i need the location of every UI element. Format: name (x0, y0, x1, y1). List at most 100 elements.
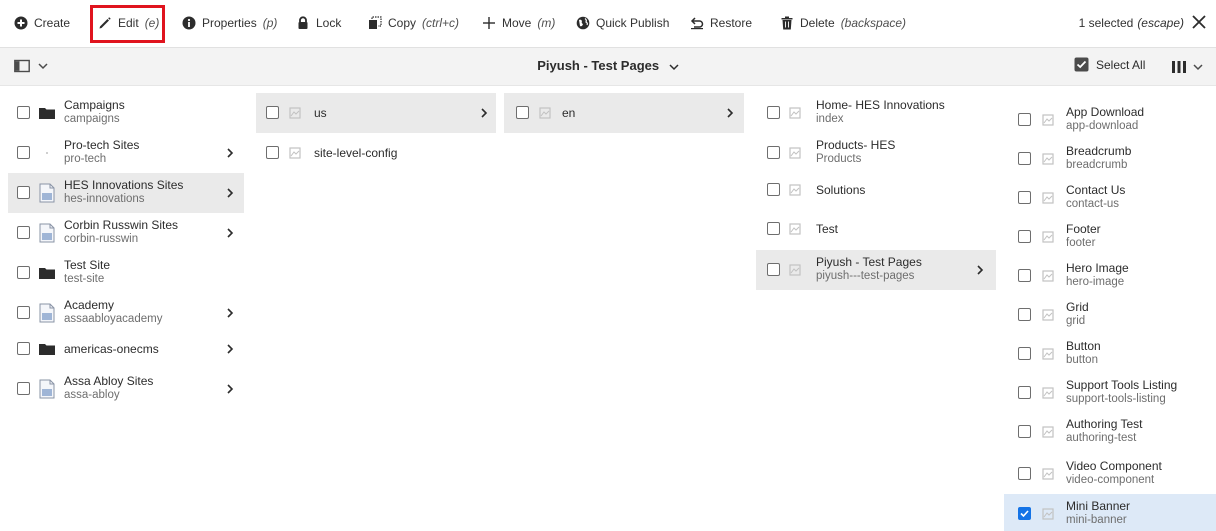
item-name: mini-banner (1066, 514, 1127, 526)
column-us: en (504, 86, 744, 531)
row-checkbox[interactable] (1018, 386, 1031, 399)
row-checkbox[interactable] (516, 106, 529, 119)
list-item[interactable]: Button button (1004, 334, 1216, 374)
properties-button[interactable]: Properties (p) (182, 10, 277, 36)
view-switcher[interactable] (1171, 60, 1203, 74)
list-item[interactable]: Footer footer (1004, 217, 1216, 257)
list-item[interactable]: Assa Abloy Sites assa-abloy (8, 369, 244, 409)
row-checkbox[interactable] (1018, 308, 1031, 321)
list-item[interactable]: Video Component video-component (1004, 454, 1216, 494)
item-title: site-level-config (314, 146, 398, 160)
row-checkbox[interactable] (1018, 467, 1031, 480)
list-item[interactable]: Corbin Russwin Sites corbin-russwin (8, 213, 244, 253)
list-item[interactable]: Test (756, 209, 996, 249)
row-checkbox[interactable] (1018, 152, 1031, 165)
item-title: Contact Us (1066, 183, 1126, 197)
chevron-right-icon[interactable] (224, 383, 236, 395)
row-checkbox[interactable] (266, 106, 279, 119)
row-checkbox[interactable] (1018, 347, 1031, 360)
row-checkbox[interactable] (1018, 191, 1031, 204)
row-checkbox[interactable] (767, 263, 780, 276)
row-checkbox[interactable] (767, 222, 780, 235)
create-button[interactable]: Create (14, 10, 70, 36)
item-title: HES Innovations Sites (64, 178, 184, 192)
row-checkbox[interactable] (17, 342, 30, 355)
list-item[interactable]: Home- HES Innovations index (756, 93, 996, 133)
row-checkbox[interactable] (767, 183, 780, 196)
list-item[interactable]: Mini Banner mini-banner (1004, 494, 1216, 531)
list-item[interactable]: Authoring Test authoring-test (1004, 412, 1216, 452)
item-title: Breadcrumb (1066, 144, 1132, 158)
row-checkbox[interactable] (767, 146, 780, 159)
list-item[interactable]: Products- HES Products (756, 133, 996, 173)
list-item[interactable]: Hero Image hero-image (1004, 256, 1216, 296)
lock-label: Lock (316, 16, 342, 30)
row-checkbox[interactable] (17, 266, 30, 279)
row-checkbox[interactable] (1018, 425, 1031, 438)
chevron-right-icon[interactable] (224, 227, 236, 239)
list-item[interactable]: HES Innovations Sites hes-innovations (8, 173, 244, 213)
item-title: Home- HES Innovations (816, 98, 945, 112)
row-checkbox[interactable] (767, 106, 780, 119)
image-placeholder-icon (789, 223, 801, 235)
chevron-right-icon[interactable] (224, 147, 236, 159)
close-icon[interactable] (1190, 13, 1208, 31)
row-checkbox[interactable] (1018, 269, 1031, 282)
list-item[interactable]: en (504, 93, 744, 133)
chevron-right-icon[interactable] (224, 343, 236, 355)
move-shortcut: (m) (537, 16, 556, 30)
chevron-right-icon[interactable] (224, 187, 236, 199)
list-item[interactable]: Contact Us contact-us (1004, 178, 1216, 218)
item-name: campaigns (64, 113, 120, 125)
copy-button[interactable]: Copy (ctrl+c) (368, 10, 459, 36)
copy-label: Copy (388, 16, 417, 30)
item-name: piyush---test-pages (816, 270, 915, 282)
row-checkbox-checked[interactable] (1018, 507, 1031, 520)
page-title[interactable]: Piyush - Test Pages (0, 58, 1216, 73)
delete-button[interactable]: Delete (backspace) (780, 10, 906, 36)
quick-publish-button[interactable]: Quick Publish (576, 10, 669, 36)
item-name: assaabloyacademy (64, 313, 163, 325)
move-button[interactable]: Move (m) (482, 10, 555, 36)
row-checkbox[interactable] (17, 146, 30, 159)
row-checkbox[interactable] (17, 186, 30, 199)
column-sites: Campaigns campaigns Pro-tech Sites pro-tec… (8, 86, 244, 531)
list-item[interactable]: site-level-config (256, 133, 496, 173)
page-title-text: Piyush - Test Pages (537, 58, 660, 73)
list-item[interactable]: americas-onecms (8, 329, 244, 369)
list-item[interactable]: Grid grid (1004, 295, 1216, 335)
row-checkbox[interactable] (1018, 230, 1031, 243)
lock-button[interactable]: Lock (296, 10, 341, 36)
list-item[interactable]: Solutions (756, 170, 996, 210)
row-checkbox[interactable] (17, 106, 30, 119)
list-item[interactable]: Campaigns campaigns (8, 93, 244, 133)
item-title: americas-onecms (64, 342, 159, 356)
chevron-right-icon[interactable] (478, 107, 490, 119)
page-icon (39, 183, 55, 203)
item-name: index (816, 113, 844, 125)
list-item[interactable]: Piyush - Test Pages piyush---test-pages (756, 250, 996, 290)
item-title: Products- HES (816, 138, 896, 152)
list-item[interactable]: Pro-tech Sites pro-tech (8, 133, 244, 173)
chevron-right-icon[interactable] (724, 107, 736, 119)
list-item[interactable]: Academy assaabloyacademy (8, 293, 244, 333)
row-checkbox[interactable] (1018, 113, 1031, 126)
chevron-right-icon[interactable] (974, 264, 986, 276)
item-name: video-component (1066, 474, 1155, 486)
list-item[interactable]: Test Site test-site (8, 253, 244, 293)
list-item[interactable]: Breadcrumb breadcrumb (1004, 139, 1216, 179)
chevron-right-icon[interactable] (224, 307, 236, 319)
item-title: Piyush - Test Pages (816, 255, 922, 269)
list-item[interactable]: App Download app-download (1004, 100, 1216, 140)
item-title: Assa Abloy Sites (64, 374, 154, 388)
row-checkbox[interactable] (17, 226, 30, 239)
row-checkbox[interactable] (17, 306, 30, 319)
image-placeholder-icon (1042, 270, 1054, 282)
row-checkbox[interactable] (266, 146, 279, 159)
restore-button[interactable]: Restore (690, 10, 752, 36)
select-all-button[interactable]: Select All (1074, 57, 1145, 72)
item-title: us (314, 106, 327, 120)
list-item[interactable]: Support Tools Listing support-tools-listi… (1004, 373, 1216, 413)
row-checkbox[interactable] (17, 382, 30, 395)
list-item[interactable]: us (256, 93, 496, 133)
